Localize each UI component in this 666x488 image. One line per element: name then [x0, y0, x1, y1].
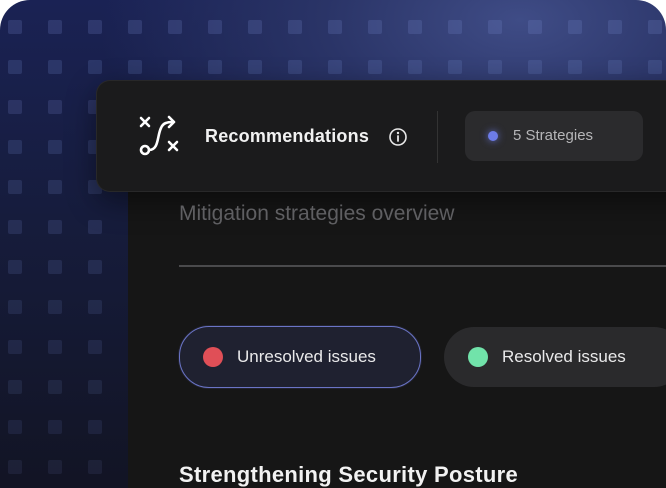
background-square	[88, 60, 102, 74]
background-square	[568, 20, 582, 34]
badge-label: 5 Strategies	[513, 127, 594, 144]
background-square	[88, 300, 102, 314]
background-square	[208, 60, 222, 74]
background-square	[568, 60, 582, 74]
background-square	[88, 220, 102, 234]
background-square	[8, 420, 22, 434]
background-square	[368, 20, 382, 34]
background-square	[48, 420, 62, 434]
background-square	[8, 140, 22, 154]
background-square	[88, 20, 102, 34]
section-divider	[179, 265, 666, 267]
background-square	[48, 340, 62, 354]
background-square	[8, 340, 22, 354]
background-square	[88, 260, 102, 274]
background-square	[48, 20, 62, 34]
background-square	[528, 60, 542, 74]
background-square	[128, 20, 142, 34]
background-square	[528, 20, 542, 34]
background-square	[88, 460, 102, 474]
route-shuffle-icon	[139, 115, 179, 156]
background-square	[88, 380, 102, 394]
recommendations-header: Recommendations 5 Strategies	[96, 80, 666, 192]
app-frame: Recommendations 5 Strategies Mitigation …	[0, 0, 666, 488]
background-square	[208, 20, 222, 34]
filter-resolved-issues[interactable]: Resolved issues	[444, 327, 666, 387]
header-divider	[437, 111, 438, 163]
background-square	[8, 460, 22, 474]
page-subtitle: Mitigation strategies overview	[179, 202, 455, 225]
header-title: Recommendations	[205, 126, 370, 146]
background-square	[288, 60, 302, 74]
background-square	[88, 340, 102, 354]
background-square	[608, 20, 622, 34]
background-square	[288, 20, 302, 34]
background-square	[128, 60, 142, 74]
background-square	[168, 60, 182, 74]
background-square	[368, 60, 382, 74]
filter-label: Resolved issues	[502, 347, 626, 366]
background-square	[8, 220, 22, 234]
background-square	[48, 180, 62, 194]
info-icon[interactable]	[388, 127, 408, 147]
background-square	[608, 60, 622, 74]
section-title: Strengthening Security Posture	[179, 462, 519, 487]
background-square	[408, 60, 422, 74]
badge-status-dot	[488, 131, 498, 141]
background-square	[48, 100, 62, 114]
background-square	[48, 220, 62, 234]
background-square	[328, 60, 342, 74]
background-square	[48, 60, 62, 74]
background-square	[48, 460, 62, 474]
background-square	[648, 60, 662, 74]
background-square	[448, 20, 462, 34]
background-square	[48, 380, 62, 394]
background-square	[408, 20, 422, 34]
background-square	[8, 20, 22, 34]
background-square	[8, 100, 22, 114]
filter-label: Unresolved issues	[237, 347, 376, 366]
background-square	[8, 260, 22, 274]
background-square	[648, 20, 662, 34]
background-square	[248, 60, 262, 74]
background-square	[168, 20, 182, 34]
unresolved-status-dot	[203, 347, 223, 367]
strategies-badge[interactable]: 5 Strategies	[465, 111, 643, 161]
background-square	[448, 60, 462, 74]
background-square	[8, 180, 22, 194]
background-square	[488, 20, 502, 34]
background-square	[488, 60, 502, 74]
background-square	[88, 420, 102, 434]
background-square	[48, 300, 62, 314]
background-square	[8, 60, 22, 74]
background-square	[8, 380, 22, 394]
content-panel	[128, 140, 666, 488]
background-square	[48, 140, 62, 154]
filter-unresolved-issues[interactable]: Unresolved issues	[179, 326, 421, 388]
background-square	[328, 20, 342, 34]
background-square	[48, 260, 62, 274]
background-square	[248, 20, 262, 34]
background-square	[8, 300, 22, 314]
resolved-status-dot	[468, 347, 488, 367]
